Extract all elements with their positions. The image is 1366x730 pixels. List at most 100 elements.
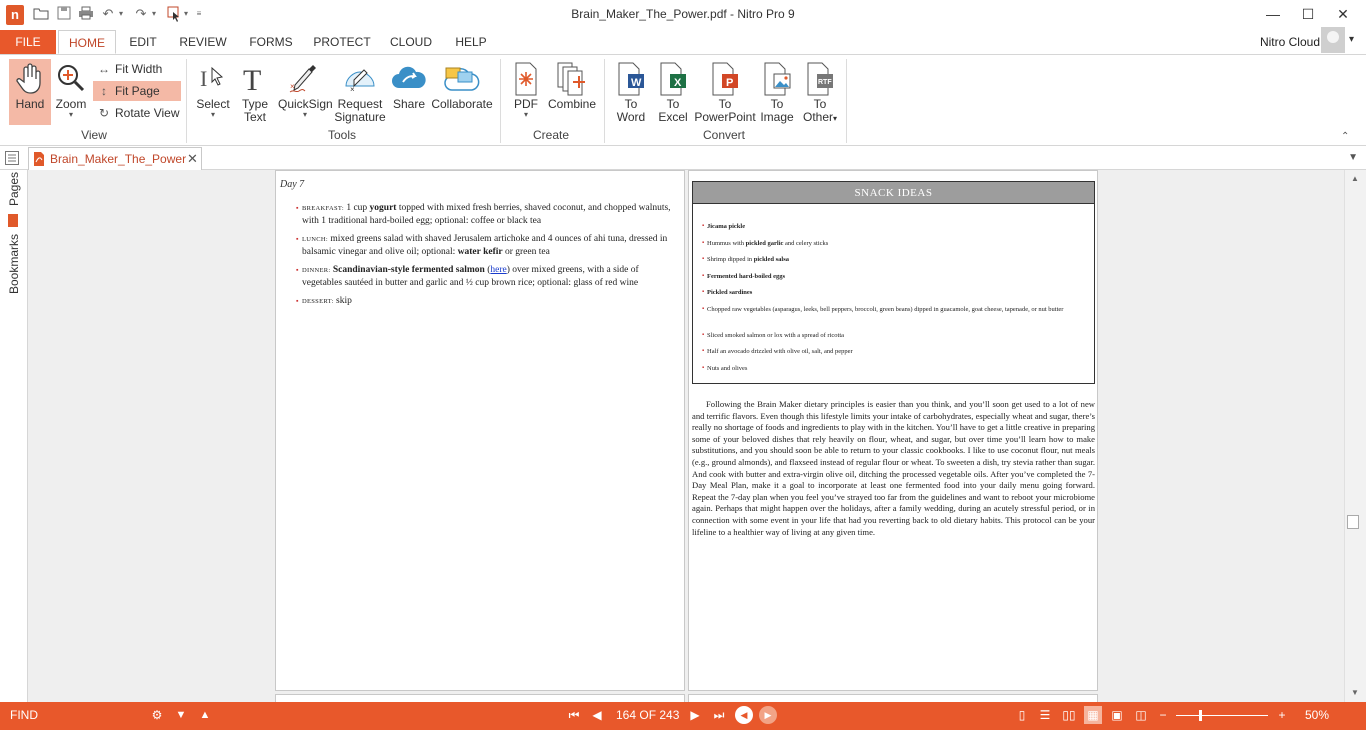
fit-page-view-icon[interactable]: ▣ [1108, 706, 1126, 724]
zoom-out-icon[interactable]: − [1154, 706, 1172, 724]
signature-label: Signature [334, 110, 386, 124]
snack-ideas-box: SNACK IDEAS ▪ Jicama pickle ▪ Hummus with … [692, 181, 1095, 384]
zoom-slider[interactable] [1176, 710, 1268, 721]
maximize-button[interactable]: ☐ [1291, 2, 1325, 26]
document-tab[interactable]: Brain_Maker_The_Power ✕ [28, 147, 202, 170]
create-pdf-button[interactable]: PDF ▾ [508, 59, 544, 125]
nitro-cloud-account[interactable]: Nitro Cloud [1260, 35, 1320, 49]
bullet-icon: ▪ [702, 365, 705, 371]
share-label: Share [392, 97, 426, 111]
account-dropdown-icon[interactable]: ▾ [1349, 34, 1354, 45]
tab-help[interactable]: HELP [450, 30, 492, 54]
select-dropdown-icon[interactable]: ▾ [181, 6, 191, 22]
collapse-ribbon-icon[interactable]: ⌃ [1341, 131, 1349, 142]
quicksign-dropdown-icon: ▾ [302, 110, 307, 119]
open-folder-icon[interactable] [33, 6, 49, 22]
redo-dropdown-icon[interactable]: ▾ [149, 6, 159, 22]
tab-edit[interactable]: EDIT [122, 30, 164, 54]
svg-text:×: × [290, 82, 295, 91]
bookmark-icon[interactable] [8, 214, 18, 227]
fit-width-view-icon[interactable]: ◫ [1132, 706, 1150, 724]
tab-file[interactable]: FILE [0, 30, 56, 54]
svg-text:P: P [726, 77, 733, 89]
zoom-in-icon[interactable]: + [1273, 706, 1291, 724]
facing-continuous-view-icon[interactable]: ▦ [1084, 706, 1102, 724]
meal-text: 1 cup [343, 203, 370, 213]
tab-protect[interactable]: PROTECT [310, 30, 374, 54]
select-cursor-icon: I [194, 62, 232, 96]
single-page-view-icon[interactable]: ▯ [1013, 706, 1031, 724]
last-page-icon[interactable]: ⏭ [710, 706, 728, 724]
nitro-logo-icon[interactable]: n [6, 5, 24, 25]
combine-icon [546, 62, 598, 96]
zoom-button[interactable]: Zoom ▾ [53, 59, 89, 125]
bullet-icon: ▪ [296, 204, 299, 212]
pdf-page-next-right [688, 694, 1098, 702]
continuous-view-icon[interactable]: ☰ [1036, 706, 1054, 724]
tab-home[interactable]: HOME [58, 30, 116, 54]
close-button[interactable]: ✕ [1326, 2, 1360, 26]
combine-label: Combine [547, 97, 597, 111]
to-excel-button[interactable]: X To Excel [654, 59, 692, 125]
zoom-level[interactable]: 50% [1305, 708, 1329, 722]
hand-tool-button[interactable]: Hand [9, 59, 51, 125]
bullet-icon: ▪ [702, 306, 705, 312]
redo-icon[interactable]: ↷ [133, 6, 149, 22]
rotate-view-button[interactable]: ↻ Rotate View [93, 103, 181, 123]
combine-button[interactable]: Combine [546, 59, 598, 125]
zoom-slider-knob[interactable] [1199, 710, 1202, 721]
day-heading: Day 7 [280, 179, 305, 190]
scroll-down-icon[interactable]: ▼ [1351, 688, 1359, 697]
select-tool-icon[interactable] [166, 6, 182, 22]
fit-page-button[interactable]: ↕ Fit Page [93, 81, 181, 101]
panel-toggle-icon[interactable] [5, 151, 19, 165]
type-text-button[interactable]: T Type Text [236, 59, 274, 125]
customize-toolbar-icon[interactable]: ≡ [193, 6, 205, 22]
recipe-link[interactable]: here [490, 265, 506, 275]
find-settings-gear-icon[interactable]: ⚙ [148, 706, 166, 724]
first-page-icon[interactable]: ⏮ [565, 706, 583, 724]
zoom-label: Zoom [55, 97, 87, 111]
share-cloud-icon [390, 62, 428, 96]
request-signature-button[interactable]: × Request Signature [334, 59, 386, 125]
vertical-scrollbar[interactable]: ▲ ▼ [1344, 170, 1366, 702]
bullet-icon: ▪ [702, 332, 705, 338]
meal-item: ▪ DESSERT: skip [296, 295, 680, 308]
next-page-icon[interactable]: ▶ [686, 706, 704, 724]
tab-list-dropdown-icon[interactable]: ▼ [1348, 152, 1358, 163]
document-tab-bar: Brain_Maker_The_Power ✕ ▼ [0, 147, 1366, 170]
quicksign-button[interactable]: × QuickSign ▾ [278, 59, 333, 125]
to-excel-label-1: To [666, 97, 680, 111]
previous-page-icon[interactable]: ◀ [588, 706, 606, 724]
scroll-up-icon[interactable]: ▲ [1351, 174, 1359, 183]
to-word-button[interactable]: W To Word [612, 59, 650, 125]
to-powerpoint-button[interactable]: P To PowerPoint [694, 59, 756, 125]
tab-forms[interactable]: FORMS [244, 30, 298, 54]
save-icon[interactable] [56, 6, 72, 22]
close-tab-icon[interactable]: ✕ [187, 151, 198, 167]
undo-icon[interactable]: ↶ [100, 6, 116, 22]
select-button[interactable]: I Select ▾ [194, 59, 232, 125]
page-indicator[interactable]: 164 OF 243 [616, 708, 679, 722]
fit-width-button[interactable]: ↔ Fit Width [93, 59, 181, 79]
collaborate-button[interactable]: Collaborate [430, 59, 494, 125]
to-other-button[interactable]: RTF To Other▾ [800, 59, 840, 125]
to-image-button[interactable]: To Image [758, 59, 796, 125]
avatar[interactable] [1321, 27, 1345, 53]
request-label: Request [337, 97, 383, 111]
text-label: Text [243, 110, 266, 124]
facing-view-icon[interactable]: ▯▯ [1060, 706, 1078, 724]
print-icon[interactable] [78, 6, 94, 22]
scrollbar-thumb[interactable] [1347, 515, 1359, 529]
find-label[interactable]: FIND [10, 708, 38, 722]
back-view-icon[interactable]: ◀ [735, 706, 753, 724]
document-view[interactable]: Day 7 ▪ BREAKFAST: 1 cup yogurt topped w… [28, 170, 1344, 702]
undo-dropdown-icon[interactable]: ▾ [116, 6, 126, 22]
tab-review[interactable]: REVIEW [174, 30, 232, 54]
minimize-button[interactable]: — [1256, 2, 1290, 26]
find-next-icon[interactable]: ▼ [172, 706, 190, 724]
share-button[interactable]: Share [390, 59, 428, 125]
tab-cloud[interactable]: CLOUD [386, 30, 436, 54]
forward-view-icon[interactable]: ▶ [759, 706, 777, 724]
find-previous-icon[interactable]: ▲ [196, 706, 214, 724]
